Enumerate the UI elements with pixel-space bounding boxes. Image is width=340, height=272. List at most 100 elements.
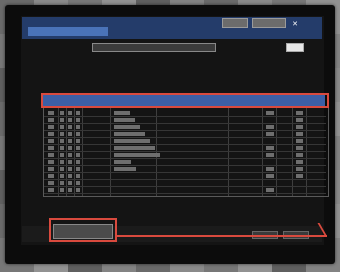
table-column-divider: [262, 108, 263, 196]
table-cell: [48, 181, 54, 185]
table-cell: [68, 160, 72, 164]
table-cell: [76, 118, 80, 122]
table-cell: [296, 111, 303, 115]
active-tab[interactable]: [28, 27, 108, 36]
table-cell: [76, 167, 80, 171]
table-column-divider: [66, 108, 67, 196]
table-cell: [68, 167, 72, 171]
table-cell: [68, 132, 72, 136]
table-cell: [68, 125, 72, 129]
table-cell: [76, 181, 80, 185]
table-column-divider: [276, 108, 277, 196]
table-row: [44, 123, 326, 124]
table-cell: [114, 118, 135, 122]
table-cell: [68, 153, 72, 157]
table-cell: [296, 167, 303, 171]
table-cell: [48, 160, 54, 164]
table-cell: [60, 118, 64, 122]
table-cell: [114, 125, 140, 129]
table-cell: [48, 174, 54, 178]
table-cell: [60, 181, 64, 185]
table-cell: [76, 132, 80, 136]
table-row: [44, 165, 326, 166]
table-cell: [296, 125, 303, 129]
table-column-divider: [74, 108, 75, 196]
table-cell: [76, 139, 80, 143]
table-cell: [266, 153, 274, 157]
table-cell: [48, 125, 54, 129]
table-cell: [266, 125, 274, 129]
header-button-2[interactable]: [252, 18, 286, 28]
table-row: [44, 193, 326, 194]
table-cell: [266, 174, 274, 178]
table-row: [44, 186, 326, 187]
apply-button[interactable]: [286, 43, 304, 52]
table-cell: [114, 146, 155, 150]
back-button-highlight: [49, 218, 117, 242]
table-cell: [68, 181, 72, 185]
table-cell: [60, 160, 64, 164]
table-cell: [296, 118, 303, 122]
table-row: [44, 137, 326, 138]
table-cell: [68, 111, 72, 115]
table-cell: [48, 132, 54, 136]
table-cell: [68, 188, 72, 192]
table-cell: [296, 160, 303, 164]
table-cell: [48, 167, 54, 171]
table-cell: [60, 111, 64, 115]
table-cell: [68, 174, 72, 178]
table-cell: [68, 118, 72, 122]
table-cell: [60, 174, 64, 178]
table-cell: [60, 146, 64, 150]
table-column-divider: [58, 108, 59, 196]
table-cell: [114, 111, 130, 115]
table-column-divider: [110, 108, 111, 196]
table-cell: [114, 139, 150, 143]
table-cell: [60, 132, 64, 136]
table-cell: [68, 146, 72, 150]
table-cell: [60, 167, 64, 171]
table-column-divider: [156, 108, 157, 196]
table-cell: [60, 125, 64, 129]
table-cell: [266, 146, 274, 150]
table-cell: [296, 139, 303, 143]
table-cell: [76, 153, 80, 157]
table-cell: [296, 153, 303, 157]
table-column-divider: [82, 108, 83, 196]
table-row: [44, 179, 326, 180]
table-cell: [76, 160, 80, 164]
table-cell: [68, 139, 72, 143]
table-column-divider: [292, 108, 293, 196]
table-cell: [48, 118, 54, 122]
table-row: [44, 130, 326, 131]
table-cell: [114, 167, 136, 171]
filter-input[interactable]: [92, 43, 216, 52]
table-cell: [266, 167, 274, 171]
table-row: [44, 144, 326, 145]
table-row: [44, 151, 326, 152]
table-cell: [48, 153, 54, 157]
close-icon[interactable]: ✕: [290, 20, 300, 29]
table-cell: [76, 188, 80, 192]
table-column-divider: [306, 108, 307, 196]
table-cell: [60, 153, 64, 157]
table-cell: [48, 188, 54, 192]
table-cell: [48, 111, 54, 115]
table-cell: [266, 132, 274, 136]
table-row: [44, 172, 326, 173]
table-cell: [76, 111, 80, 115]
table-cell: [296, 132, 303, 136]
table-cell: [114, 160, 131, 164]
table-cell: [48, 139, 54, 143]
table-column-divider: [228, 108, 229, 196]
table-cell: [76, 125, 80, 129]
header-button-1[interactable]: [222, 18, 248, 28]
table-cell: [76, 146, 80, 150]
table-cell: [48, 146, 54, 150]
table-row: [44, 116, 326, 117]
table-cell: [296, 174, 303, 178]
data-table: [43, 93, 329, 197]
callout-line: [117, 235, 327, 237]
table-cell: [266, 111, 274, 115]
table-cell: [60, 139, 64, 143]
